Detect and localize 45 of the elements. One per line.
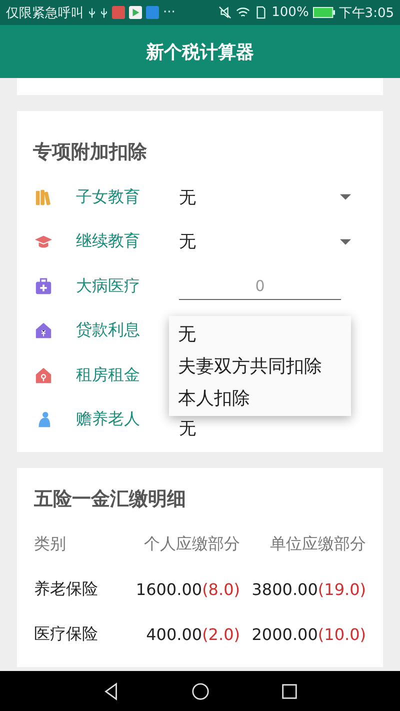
deduction-label: 子女教育 xyxy=(76,186,141,208)
deduction-label: 大病医疗 xyxy=(76,276,141,297)
wifi-icon xyxy=(236,6,250,19)
books-icon xyxy=(34,188,53,207)
caret-icon xyxy=(340,194,351,200)
dropdown-value[interactable]: 无 xyxy=(179,417,196,440)
usb-icon xyxy=(88,6,96,18)
section-title: 五险一金汇缴明细 xyxy=(34,487,187,512)
app-title: 新个税计算器 xyxy=(146,40,254,64)
mute-icon xyxy=(218,6,232,19)
table-cell-text: 3800.00(19.0) xyxy=(250,580,366,599)
recents-icon[interactable] xyxy=(280,682,298,700)
table-cell-text: 养老保险 xyxy=(34,579,99,600)
medical-kit-icon xyxy=(34,276,53,296)
carrier-text: 仅限紧急呼叫 xyxy=(6,4,84,22)
battery-text: 100% xyxy=(272,5,309,20)
house-key-icon xyxy=(34,366,53,385)
time-text: 下午3:05 xyxy=(338,4,394,22)
house-icon xyxy=(34,321,53,340)
app-icon xyxy=(146,6,159,19)
sim-icon xyxy=(254,6,268,19)
table-cell-text: 医疗保险 xyxy=(34,624,99,645)
table-cell-text: 1600.00(8.0) xyxy=(134,580,240,599)
deduction-label: 贷款利息 xyxy=(76,320,141,342)
section-title: 专项附加扣除 xyxy=(33,140,148,165)
column-header: 单位应缴部分 xyxy=(269,534,366,555)
table-cell-text: 400.00(2.0) xyxy=(145,625,240,644)
battery-icon xyxy=(312,7,335,18)
usb-icon xyxy=(100,6,108,18)
dropdown-select[interactable]: 无 xyxy=(179,182,351,212)
menu-option[interactable]: 本人扣除 xyxy=(169,382,351,414)
column-header: 类别 xyxy=(34,534,67,555)
deduction-label: 租房租金 xyxy=(76,364,141,386)
deduction-label: 继续教育 xyxy=(76,231,141,252)
more-text: ··· xyxy=(163,5,176,20)
column-header: 个人应缴部分 xyxy=(143,534,240,555)
dropdown-select[interactable]: 无 xyxy=(179,226,351,257)
app-icon xyxy=(112,6,125,19)
deduction-label: 赡养老人 xyxy=(76,409,141,430)
play-icon xyxy=(129,6,142,19)
home-icon[interactable] xyxy=(190,682,210,700)
menu-option[interactable]: 无 xyxy=(169,318,351,350)
caret-icon xyxy=(340,238,351,245)
menu-option[interactable]: 夫妻双方共同扣除 xyxy=(169,350,351,382)
table-cell-text: 2000.00(10.0) xyxy=(250,625,366,644)
